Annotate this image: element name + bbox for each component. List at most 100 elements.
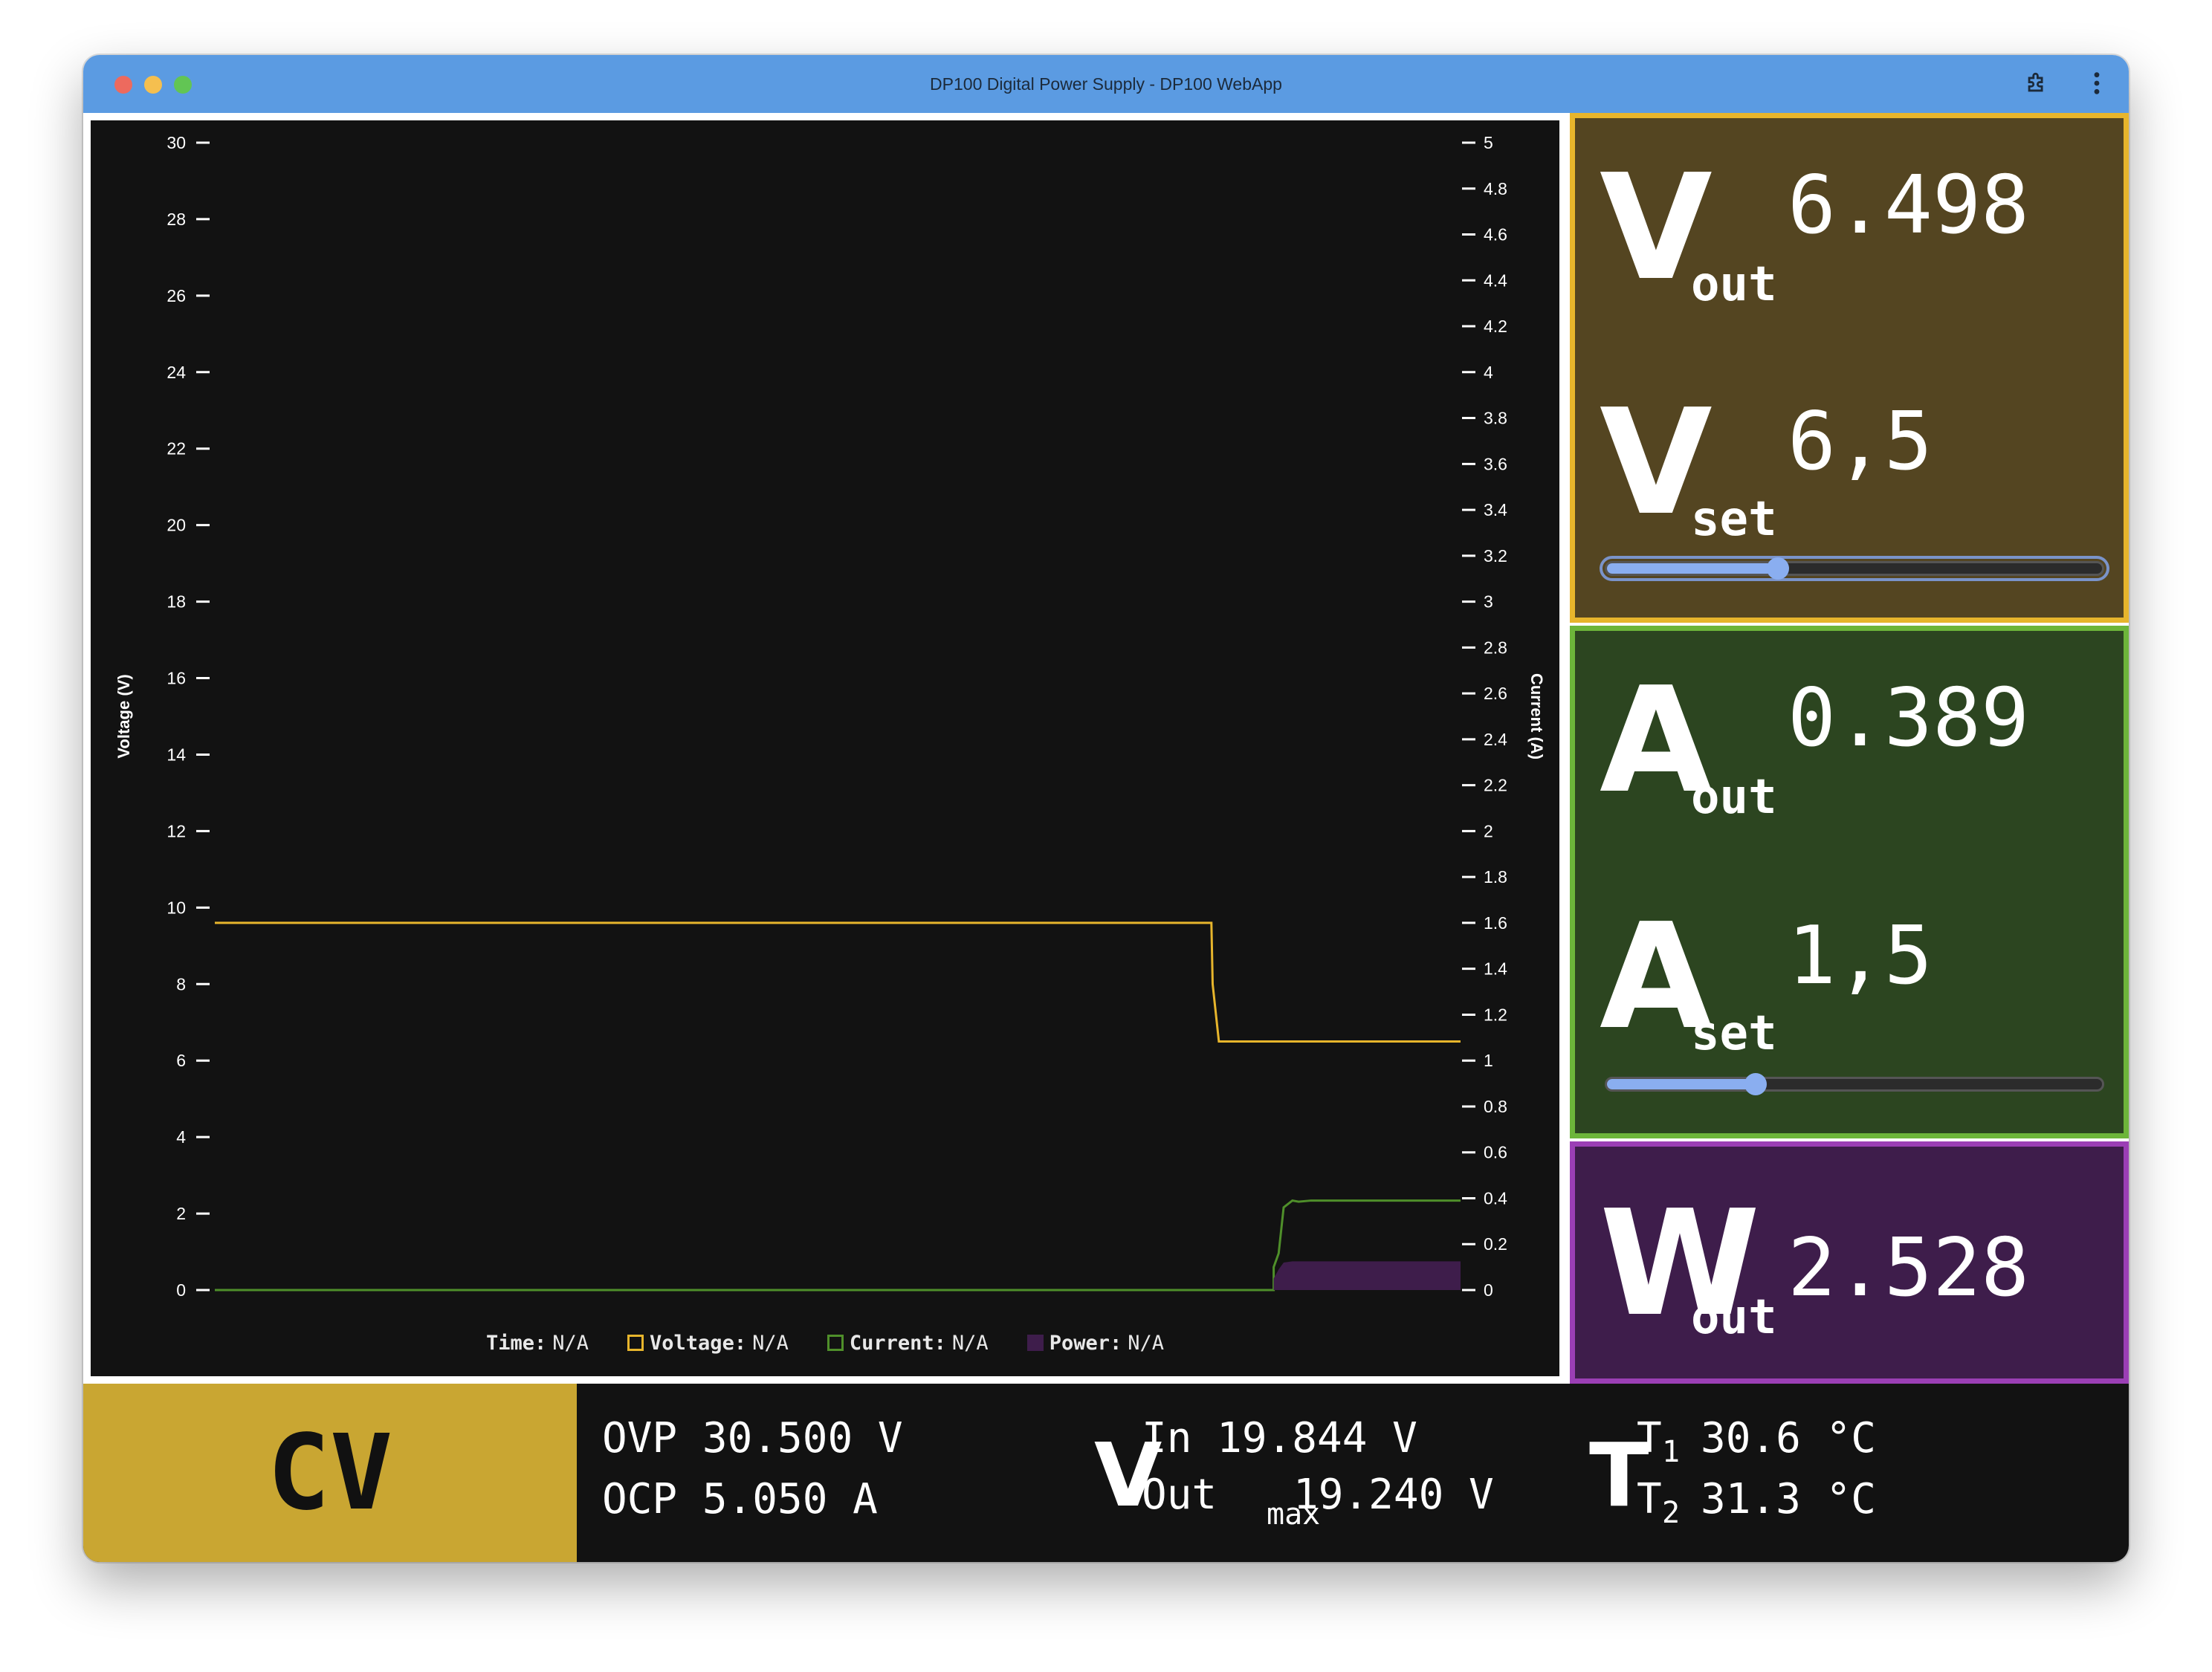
y2-axis-tick-label: 0.6 [1484,1143,1507,1162]
y2-axis-tick-label: 4.4 [1484,270,1507,290]
y-axis-tick-label: 22 [166,439,186,458]
t2-value: 31.3 [1701,1475,1801,1523]
ocp-value: 5.050 [702,1475,828,1523]
ocp-readout: OCP 5.050 A [602,1479,878,1520]
legend-time-label: Time: [485,1331,547,1355]
app-window: DP100 Digital Power Supply - DP100 WebAp… [83,55,2129,1562]
y2-axis-tick-label: 0 [1484,1280,1493,1300]
t2-readout: 31.3 °C [1701,1479,1876,1520]
legend-current-value: N/A [951,1331,989,1355]
legend-voltage-label: Voltage: [650,1331,747,1355]
y2-axis-tick-label: 3.2 [1484,546,1507,566]
mode-text: CV [267,1412,393,1534]
series-current-line [215,1199,1461,1292]
t1-readout: 30.6 °C [1701,1418,1876,1459]
ovp-readout: OVP 30.500 V [602,1418,903,1459]
y-axis-tick-label: 10 [166,898,186,917]
y-axis-tick-label: 18 [166,592,186,612]
y2-axis-tick-label: 1.8 [1484,867,1507,887]
y2-axis-tick-label: 3.6 [1484,454,1507,473]
y2-axis-tick-label: 4.8 [1484,179,1507,198]
power-panel: W out 2.528 [1570,1141,2129,1384]
time-series-chart: 0 2 4 6 8 10 12 14 16 18 20 22 24 26 28 30 0 0.2 0.4 0.6 0.8… [91,120,1559,1376]
more-options-icon[interactable] [2086,68,2108,98]
legend-current-swatch [827,1335,844,1351]
y-axis-tick-label: 30 [166,133,186,152]
series-voltage-line [215,921,1461,1043]
voltage-set-value[interactable]: 6,5 [1788,402,1933,482]
y-axis-tick-label: 24 [166,363,186,382]
vin-unit: V [1392,1414,1417,1462]
mode-indicator: CV [83,1384,577,1562]
extensions-icon[interactable] [2022,68,2051,98]
y2-axis-tick-label: 1.2 [1484,1005,1507,1024]
y2-axis-tick-label: 5 [1484,133,1493,152]
y2-axis-tick-label: 3.8 [1484,409,1507,428]
y2-axis-tick-label: 0.4 [1484,1188,1507,1208]
legend-current-label: Current: [849,1331,946,1355]
voltage-panel: V out 6.498 V set 6,5 [1570,113,2129,623]
y-axis-tick-label: 20 [166,516,186,535]
y2-axis-label: Current (A) [1527,673,1546,759]
voutmax-label: Out [1142,1471,1217,1519]
vin-value: 19.844 [1217,1414,1368,1462]
ovp-value: 30.500 [702,1414,853,1462]
legend-power[interactable]: Power: N/A [1026,1331,1165,1355]
current-slider-thumb[interactable] [1744,1073,1767,1095]
chart-container: 0 2 4 6 8 10 12 14 16 18 20 22 24 26 28 30 0 0.2 0.4 0.6 0.8… [83,113,1570,1384]
y-axis-tick-label: 6 [176,1051,186,1070]
y-axis-tick-label: 12 [166,821,186,840]
voutmax-unit: V [1469,1471,1494,1519]
window-title: DP100 Digital Power Supply - DP100 WebAp… [930,74,1282,94]
y2-axis-tick-label: 1 [1484,1051,1493,1070]
y2-axis-tick-label: 0.8 [1484,1097,1507,1116]
voutmax-value: 19.240 [1293,1471,1444,1519]
power-out-value: 2.528 [1788,1222,2030,1315]
voltage-set-subscript: set [1691,492,1777,547]
t1-unit: °C [1825,1414,1877,1462]
t1-value: 30.6 [1701,1414,1801,1462]
ocp-unit: A [853,1475,878,1523]
t2-label: T [1637,1475,1662,1523]
t2-subscript: 2 [1662,1496,1681,1530]
status-bar: CV OVP 30.500 V OCP 5.050 A V In 19.844 … [83,1384,2129,1562]
legend-time: Time: N/A [486,1332,589,1355]
title-bar: DP100 Digital Power Supply - DP100 WebAp… [83,55,2129,113]
legend-current[interactable]: Current: N/A [827,1332,989,1355]
legend-power-value: N/A [1128,1331,1165,1355]
current-panel: A out 0.389 A set 1,5 [1570,626,2129,1138]
legend-voltage-swatch [627,1335,644,1351]
voutmax-readout: Out [1142,1474,1217,1516]
y2-axis-tick-label: 0.2 [1484,1234,1507,1254]
ovp-label: OVP [602,1414,678,1462]
y2-axis-tick-label: 2.6 [1484,684,1507,703]
voltage-out-subscript: out [1691,257,1777,312]
ovp-unit: V [877,1414,903,1462]
y-axis-label: Voltage (V) [114,674,133,758]
voltage-slider-thumb[interactable] [1766,557,1789,580]
current-out-subscript: out [1691,770,1777,825]
voltage-set-slider[interactable] [1600,556,2109,581]
legend-power-swatch [1026,1335,1044,1351]
t2-unit: °C [1825,1475,1877,1523]
y2-axis-tick-label: 2.8 [1484,638,1507,657]
y2-axis-tick-label: 3.4 [1484,500,1507,519]
current-slider-fill [1607,1079,1756,1089]
current-set-subscript: set [1691,1006,1777,1061]
legend-voltage[interactable]: Voltage: N/A [627,1332,789,1355]
chart-legend: Time: N/A Voltage: N/A Current: N/A Powe… [91,1328,1559,1358]
current-out-value: 0.389 [1788,672,2030,765]
y-axis-tick-label: 28 [166,210,186,229]
y-axis-tick-label: 14 [166,745,186,764]
voltage-out-value: 6.498 [1788,159,2030,252]
y-axis-tick-label: 0 [176,1280,186,1300]
y2-axis-tick-label: 2.4 [1484,730,1507,749]
legend-power-label: Power: [1049,1331,1122,1355]
y2-axis-tick-label: 4.2 [1484,317,1507,336]
y2-axis-tick-label: 1.4 [1484,959,1507,979]
current-set-slider[interactable] [1605,1073,2104,1095]
voutmax-value-readout: 19.240 V [1293,1474,1494,1516]
current-set-value[interactable]: 1,5 [1788,916,1933,997]
chart-svg: 02468101214161820222426283000.20.40.60.8… [114,133,1546,1300]
y2-axis-tick-label: 3 [1484,592,1493,612]
